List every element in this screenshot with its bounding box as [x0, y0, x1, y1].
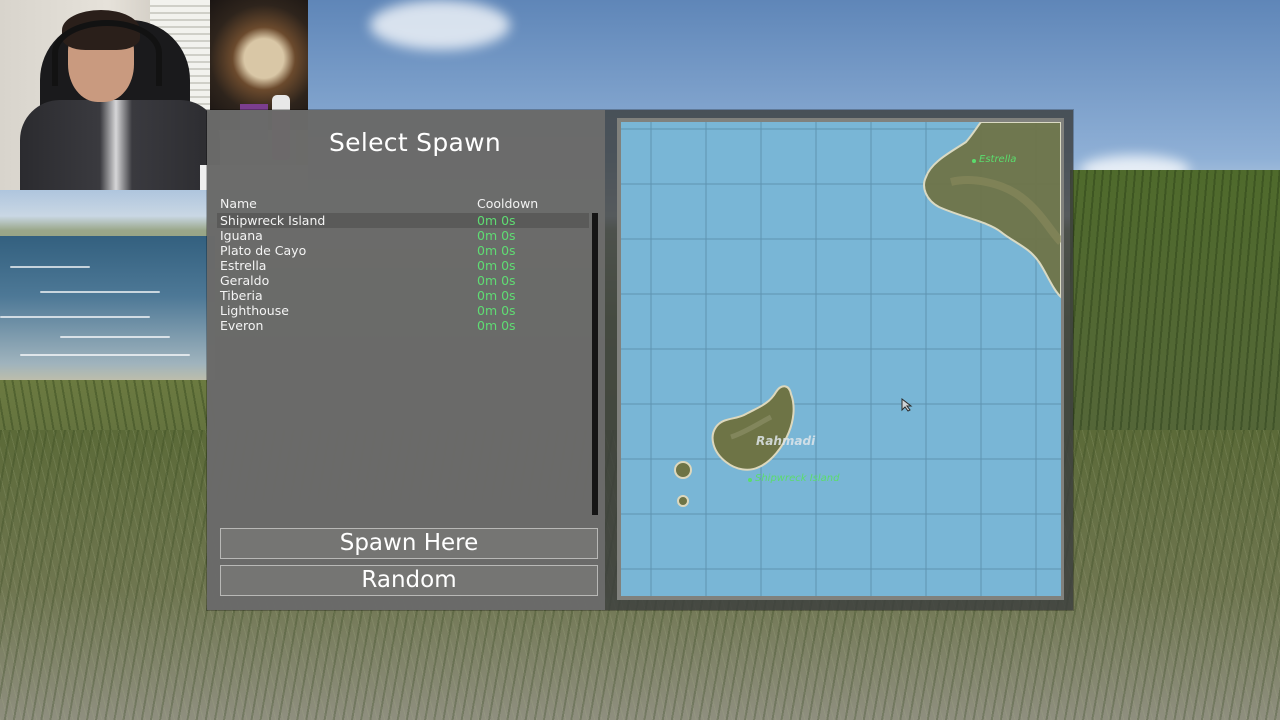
mouse-cursor-icon [901, 398, 913, 412]
column-header-cooldown: Cooldown [477, 196, 539, 211]
map-frame: Rahmadi Estrella Shipwreck Island [617, 118, 1064, 600]
spawn-row[interactable]: Plato de Cayo 0m 0s [217, 243, 589, 258]
spawn-name: Geraldo [220, 273, 270, 288]
spawn-list: Shipwreck Island 0m 0s Iguana 0m 0s Plato de… [217, 213, 589, 513]
spawn-name: Tiberia [220, 288, 263, 303]
spawn-map[interactable]: Rahmadi Estrella Shipwreck Island [621, 122, 1061, 596]
spawn-name: Shipwreck Island [220, 213, 326, 228]
random-button[interactable]: Random [220, 565, 598, 596]
spawn-here-button[interactable]: Spawn Here [220, 528, 598, 559]
sea [0, 236, 215, 386]
islet [677, 495, 689, 507]
spawn-row[interactable]: Everon 0m 0s [217, 318, 589, 333]
spawn-cooldown: 0m 0s [477, 213, 516, 228]
spawn-cooldown: 0m 0s [477, 243, 516, 258]
location-marker-shipwreck-island[interactable] [748, 478, 752, 482]
spawn-name: Iguana [220, 228, 263, 243]
spawn-cooldown: 0m 0s [477, 303, 516, 318]
map-label-shipwreck-island[interactable]: Shipwreck Island [755, 473, 839, 484]
spawn-cooldown: 0m 0s [477, 288, 516, 303]
spawn-name: Everon [220, 318, 264, 333]
islet [674, 461, 692, 479]
spawn-name: Estrella [220, 258, 267, 273]
spawn-cooldown: 0m 0s [477, 318, 516, 333]
map-grid [621, 122, 1061, 596]
map-label-estrella[interactable]: Estrella [979, 154, 1016, 165]
spawn-row[interactable]: Estrella 0m 0s [217, 258, 589, 273]
spawn-row[interactable]: Geraldo 0m 0s [217, 273, 589, 288]
spawn-row[interactable]: Lighthouse 0m 0s [217, 303, 589, 318]
scrollbar[interactable] [592, 213, 598, 515]
spawn-cooldown: 0m 0s [477, 273, 516, 288]
column-header-name: Name [220, 196, 257, 211]
map-region-label: Rahmadi [756, 434, 816, 448]
spawn-cooldown: 0m 0s [477, 228, 516, 243]
location-marker-estrella[interactable] [972, 159, 976, 163]
spawn-name: Plato de Cayo [220, 243, 307, 258]
spawn-row[interactable]: Shipwreck Island 0m 0s [217, 213, 589, 228]
spawn-list-panel: Select Spawn Name Cooldown Shipwreck Isl… [207, 110, 605, 610]
grass [1070, 170, 1280, 470]
spawn-row[interactable]: Tiberia 0m 0s [217, 288, 589, 303]
everon-landmass [923, 122, 1061, 299]
select-spawn-dialog: Select Spawn Name Cooldown Shipwreck Isl… [207, 110, 1073, 610]
spawn-name: Lighthouse [220, 303, 289, 318]
dialog-title: Select Spawn [329, 128, 502, 157]
spawn-row[interactable]: Iguana 0m 0s [217, 228, 589, 243]
spawn-cooldown: 0m 0s [477, 258, 516, 273]
cloud [370, 0, 510, 50]
